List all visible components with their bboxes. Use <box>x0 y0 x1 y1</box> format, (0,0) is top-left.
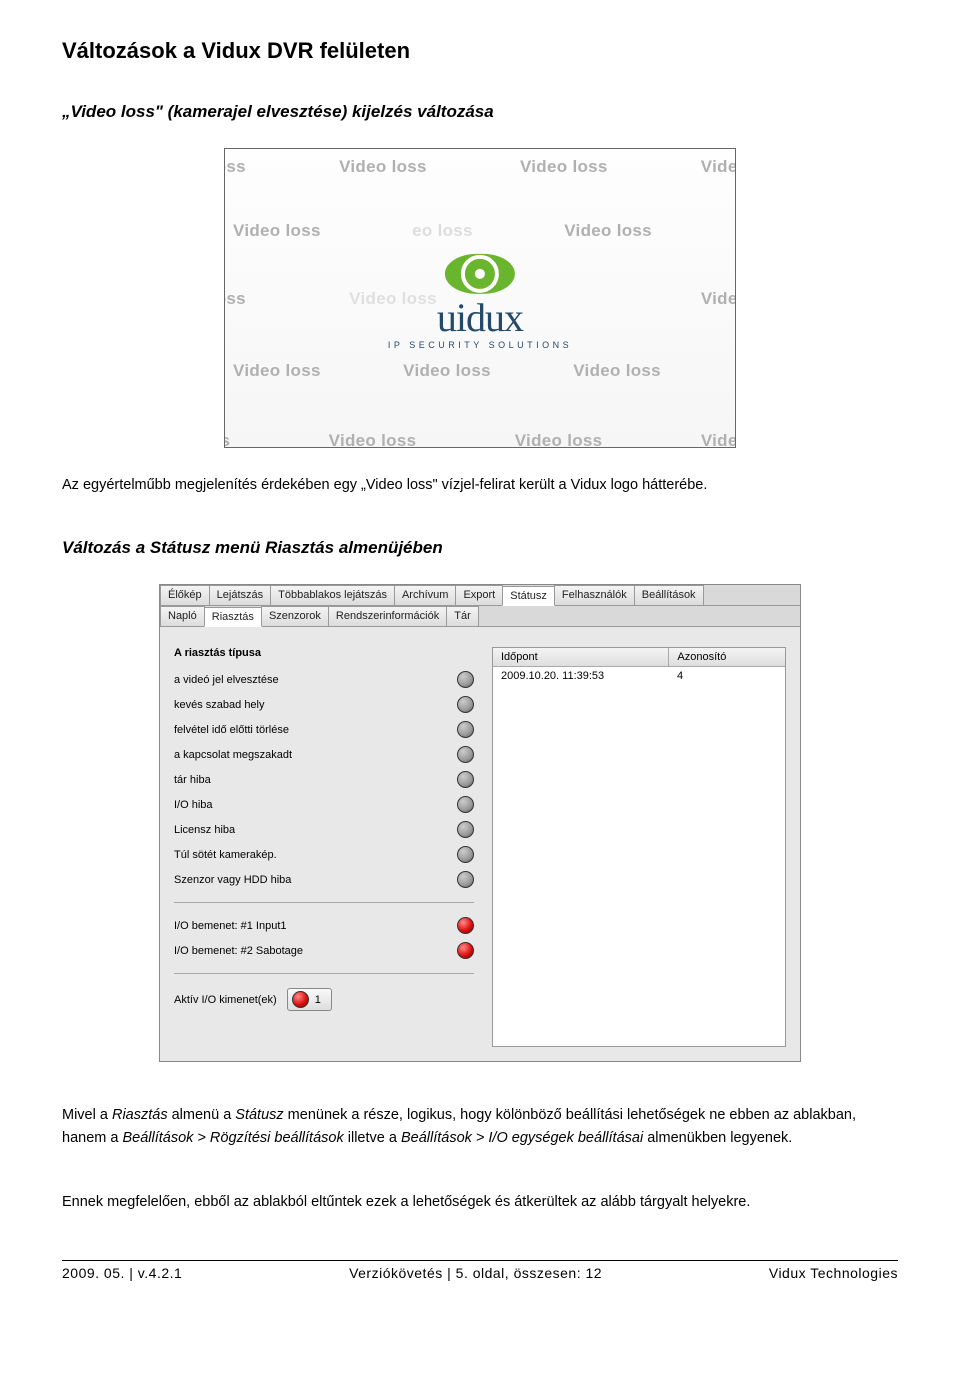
vloss-text: o loss <box>224 157 246 177</box>
vloss-text: Video lo: <box>701 289 736 309</box>
tab-export[interactable]: Export <box>455 585 503 605</box>
logo-subtitle: IP SECURITY SOLUTIONS <box>388 340 572 350</box>
screenshot-status-menu: ÉlőképLejátszásTöbbablakos lejátszásArch… <box>159 584 801 1062</box>
active-io-output-label: Aktív I/O kimenet(ek) <box>174 994 277 1006</box>
tab-be-ll-t-sok[interactable]: Beállítások <box>634 585 704 605</box>
alarm-row: Szenzor vagy HDD hiba <box>174 871 474 888</box>
vloss-text: Video loss <box>515 431 603 448</box>
table-header-id: Azonosító <box>669 648 785 666</box>
tab-t-r[interactable]: Tár <box>446 606 479 626</box>
page-title: Változások a Vidux DVR felületen <box>62 38 898 64</box>
divider <box>174 902 474 903</box>
led-icon <box>457 942 474 959</box>
main-tab-row: ÉlőképLejátszásTöbbablakos lejátszásArch… <box>160 585 800 606</box>
vloss-text: Video loss <box>233 221 321 241</box>
alarm-row: felvétel idő előtti törlése <box>174 721 474 738</box>
alarm-label: tár hiba <box>174 774 457 786</box>
alarm-row: I/O hiba <box>174 796 474 813</box>
led-icon <box>457 796 474 813</box>
vidux-logo: uidux IP SECURITY SOLUTIONS <box>388 254 572 350</box>
cell-time: 2009.10.20. 11:39:53 <box>493 667 669 685</box>
tab-napl-[interactable]: Napló <box>160 606 205 626</box>
vloss-text: loss <box>224 431 230 448</box>
footer-right: Vidux Technologies <box>769 1265 898 1281</box>
alarm-log-table: Időpont Azonosító 2009.10.20. 11:39:53 4 <box>492 647 786 1047</box>
tab-rendszerinform-ci-k[interactable]: Rendszerinformációk <box>328 606 447 626</box>
vloss-text: Video loss <box>329 431 417 448</box>
tab--l-k-p[interactable]: Élőkép <box>160 585 210 605</box>
sub-tab-row: NaplóRiasztásSzenzorokRendszerinformáció… <box>160 606 800 627</box>
vloss-text: Video loss <box>564 221 652 241</box>
vloss-text: Video lo: <box>701 157 736 177</box>
paragraph-2: Mivel a Riasztás almenü a Státusz menüne… <box>62 1104 898 1149</box>
alarm-row: tár hiba <box>174 771 474 788</box>
led-icon <box>457 871 474 888</box>
screenshot-video-loss: o loss Video loss Video loss Video lo: V… <box>224 148 736 448</box>
paragraph-1: Az egyértelműbb megjelenítés érdekében e… <box>62 474 898 496</box>
io-input-label: I/O bemenet: #2 Sabotage <box>174 945 457 957</box>
footer: 2009. 05. | v.4.2.1 Verziókövetés | 5. o… <box>62 1265 898 1281</box>
vloss-text: Video loss <box>233 361 321 381</box>
vloss-text: Video loss <box>520 157 608 177</box>
tab-szenzorok[interactable]: Szenzorok <box>261 606 329 626</box>
led-icon <box>292 991 309 1008</box>
active-io-output-button[interactable]: 1 <box>287 988 332 1011</box>
tab-riaszt-s[interactable]: Riasztás <box>204 607 262 627</box>
led-icon <box>457 771 474 788</box>
table-row[interactable]: 2009.10.20. 11:39:53 4 <box>493 667 785 685</box>
paragraph-3: Ennek megfelelően, ebből az ablakból elt… <box>62 1191 898 1213</box>
vloss-text: Video loss <box>339 157 427 177</box>
alarm-row: a kapcsolat megszakadt <box>174 746 474 763</box>
section1-title: „Video loss" (kamerajel elvesztése) kije… <box>62 102 898 122</box>
alarm-label: I/O hiba <box>174 799 457 811</box>
led-icon <box>457 821 474 838</box>
footer-left: 2009. 05. | v.4.2.1 <box>62 1265 182 1281</box>
logo-text: uidux <box>388 300 572 336</box>
alarm-label: a videó jel elvesztése <box>174 674 457 686</box>
alarm-row: a videó jel elvesztése <box>174 671 474 688</box>
alarm-label: Licensz hiba <box>174 824 457 836</box>
alarm-label: felvétel idő előtti törlése <box>174 724 457 736</box>
io-input-row: I/O bemenet: #2 Sabotage <box>174 942 474 959</box>
tab-felhaszn-l-k[interactable]: Felhasználók <box>554 585 635 605</box>
vloss-text: Video loss <box>403 361 491 381</box>
tab-st-tusz[interactable]: Státusz <box>502 586 555 606</box>
led-icon <box>457 746 474 763</box>
io-input-row: I/O bemenet: #1 Input1 <box>174 917 474 934</box>
led-icon <box>457 721 474 738</box>
led-icon <box>457 696 474 713</box>
alarm-row: Licensz hiba <box>174 821 474 838</box>
led-icon <box>457 671 474 688</box>
divider <box>174 973 474 974</box>
section2-title: Változás a Státusz menü Riasztás almenüj… <box>62 538 898 558</box>
output-value: 1 <box>315 994 321 1006</box>
alarm-row: Túl sötét kamerakép. <box>174 846 474 863</box>
eye-icon <box>445 254 515 294</box>
alarm-label: kevés szabad hely <box>174 699 457 711</box>
footer-center: Verziókövetés | 5. oldal, összesen: 12 <box>349 1265 602 1281</box>
led-icon <box>457 917 474 934</box>
vloss-text: eo loss <box>412 221 473 241</box>
footer-rule <box>62 1260 898 1261</box>
led-icon <box>457 846 474 863</box>
alarm-row: kevés szabad hely <box>174 696 474 713</box>
vloss-text: Video loss <box>573 361 661 381</box>
vloss-text: Video lo: <box>701 431 736 448</box>
alarm-type-header: A riasztás típusa <box>174 647 474 659</box>
io-input-label: I/O bemenet: #1 Input1 <box>174 920 457 932</box>
alarm-label: Túl sötét kamerakép. <box>174 849 457 861</box>
vloss-text: o loss <box>224 289 246 309</box>
tab-arch-vum[interactable]: Archívum <box>394 585 456 605</box>
table-header-time: Időpont <box>493 648 669 666</box>
cell-id: 4 <box>669 667 785 685</box>
alarm-label: a kapcsolat megszakadt <box>174 749 457 761</box>
tab-lej-tsz-s[interactable]: Lejátszás <box>209 585 271 605</box>
tab-t-bbablakos-lej-tsz-s[interactable]: Többablakos lejátszás <box>270 585 395 605</box>
alarm-label: Szenzor vagy HDD hiba <box>174 874 457 886</box>
